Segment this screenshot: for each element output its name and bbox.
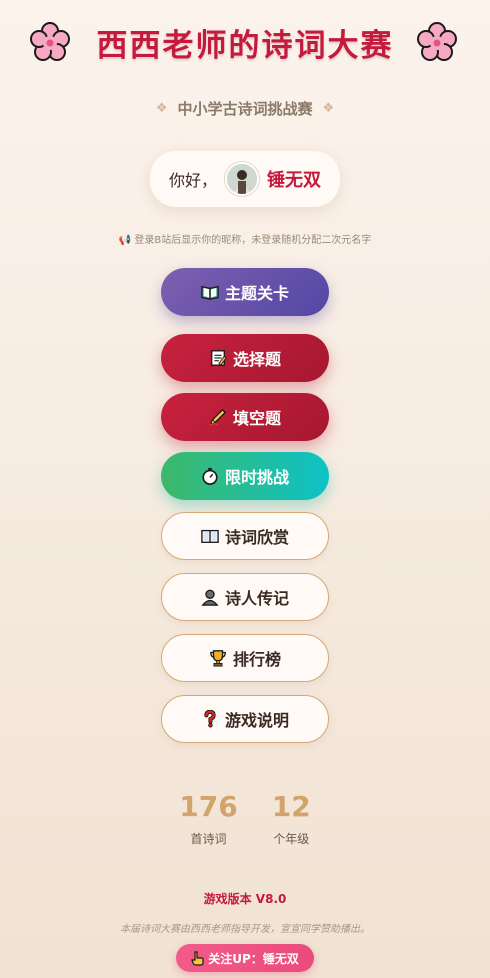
- theme-levels-label: 主题关卡: [224, 284, 289, 303]
- person-icon: [201, 589, 219, 606]
- stat-grades: 12 个年级: [272, 790, 311, 847]
- megaphone-icon: 📢: [118, 235, 132, 246]
- stats-section: 176 首诗词 12 个年级: [0, 790, 490, 847]
- credit-text: 本届诗词大赛由西西老师指导开发，宣宣同学赞助播出。: [120, 924, 370, 935]
- stat-grades-label: 个年级: [273, 832, 310, 846]
- timed-challenge-button[interactable]: 限时挑战: [161, 452, 329, 500]
- pointing-hand-icon: [191, 950, 204, 966]
- ornament-icon: ❖: [155, 101, 168, 116]
- avatar: [225, 162, 259, 196]
- follow-up-label: 关注UP：锤无双: [208, 951, 299, 966]
- fill-blank-button[interactable]: 填空题: [161, 393, 329, 441]
- subtitle: ❖ 中小学古诗词挑战赛 ❖: [0, 98, 490, 119]
- game-instructions-button[interactable]: 游戏说明: [161, 695, 329, 743]
- leaderboard-button[interactable]: 排行榜: [161, 634, 329, 682]
- memo-icon: [211, 350, 227, 366]
- leaderboard-label: 排行榜: [232, 650, 281, 669]
- cherry-blossom-icon: [417, 22, 457, 61]
- book-icon: [201, 529, 219, 543]
- game-instructions-label: 游戏说明: [224, 711, 289, 730]
- stopwatch-icon: [202, 467, 218, 485]
- user-nickname: 锤无双: [267, 170, 321, 191]
- stat-poems: 176 首诗词: [179, 790, 237, 847]
- game-version: 游戏版本 V8.0: [203, 892, 287, 906]
- page-title: 西西老师的诗词大赛: [96, 27, 394, 64]
- ornament-icon: ❖: [322, 101, 335, 116]
- login-hint: 📢 登录B站后显示你的昵称，未登录随机分配二次元名字: [0, 231, 490, 246]
- question-icon: [204, 710, 216, 728]
- greeting-prefix: 你好，: [168, 171, 217, 190]
- multiple-choice-button[interactable]: 选择题: [161, 334, 329, 382]
- trophy-icon: [210, 650, 226, 667]
- open-book-icon: [201, 285, 219, 300]
- poet-biography-button[interactable]: 诗人传记: [161, 573, 329, 621]
- subtitle-text: 中小学古诗词挑战赛: [177, 100, 313, 118]
- stat-poems-label: 首诗词: [190, 832, 227, 846]
- stat-grades-value: 12: [271, 790, 311, 823]
- poetry-appreciation-button[interactable]: 诗词欣赏: [161, 512, 329, 560]
- timed-challenge-label: 限时挑战: [224, 468, 289, 487]
- header: 西西老师的诗词大赛: [0, 18, 490, 66]
- follow-up-button[interactable]: 关注UP：锤无双: [176, 944, 314, 972]
- stat-poems-value: 176: [179, 790, 238, 823]
- poet-biography-label: 诗人传记: [224, 589, 289, 608]
- pencil-icon: [209, 408, 227, 426]
- greeting-card: 你好， 锤无双: [150, 151, 340, 207]
- poetry-appreciation-label: 诗词欣赏: [224, 528, 289, 547]
- login-hint-text: 登录B站后显示你的昵称，未登录随机分配二次元名字: [134, 235, 372, 246]
- theme-levels-button[interactable]: 主题关卡: [161, 268, 329, 316]
- multiple-choice-label: 选择题: [232, 350, 281, 369]
- fill-blank-label: 填空题: [232, 409, 281, 428]
- cherry-blossom-icon: [30, 22, 70, 61]
